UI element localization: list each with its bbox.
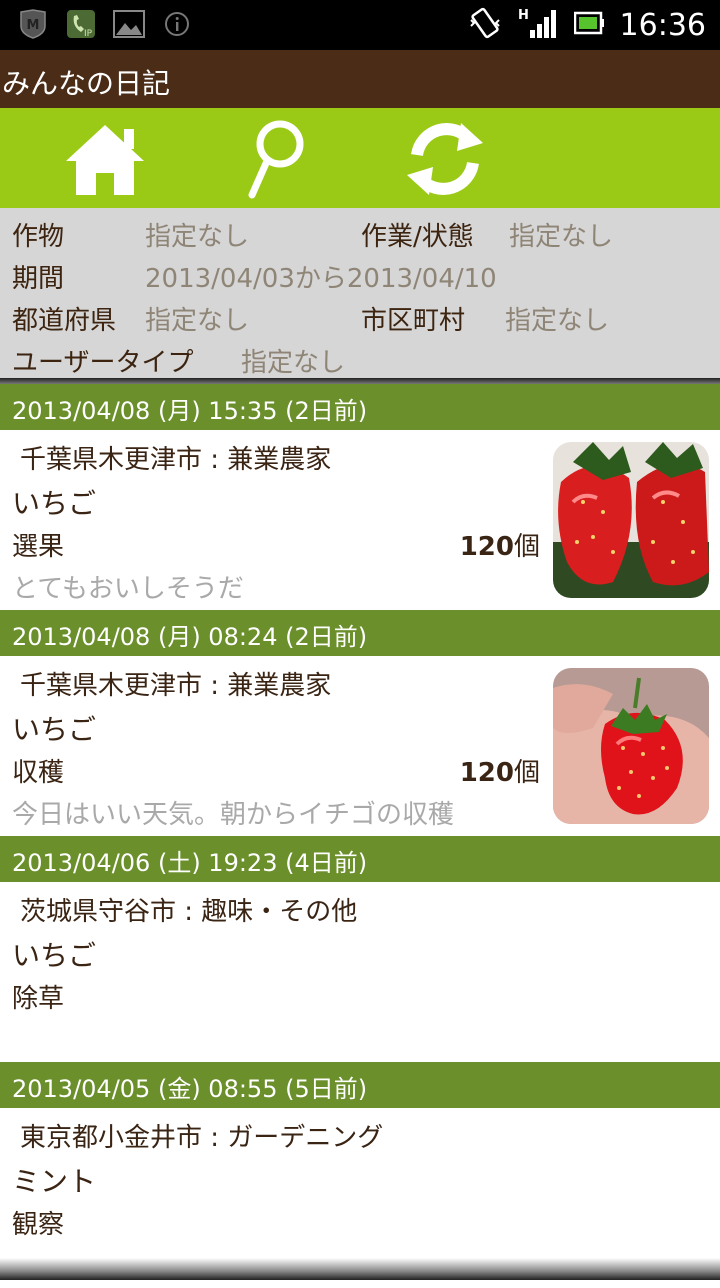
city-filter-label: 市区町村	[361, 306, 466, 336]
entry-location: 千葉県木更津市 : 兼業農家	[20, 671, 332, 701]
entry-date: 2013/04/06 (土) 19:23 (4日前)	[12, 849, 368, 877]
entry-comment: とてもおいしそうだ	[12, 574, 244, 604]
entry-date: 2013/04/08 (月) 15:35 (2日前)	[12, 397, 368, 425]
refresh-button[interactable]	[390, 114, 500, 204]
app-title: みんなの日記	[2, 67, 171, 100]
status-bar: M IP H 16:36	[0, 0, 720, 50]
work-filter-value: 指定なし	[509, 222, 614, 252]
svg-text:M: M	[27, 18, 40, 33]
search-icon	[248, 120, 304, 199]
diary-entry[interactable]: 2013/04/08 (月) 08:24 (2日前) 千葉県木更津市 : 兼業農…	[0, 610, 720, 838]
entry-date-header: 2013/04/06 (土) 19:23 (4日前)	[0, 836, 720, 882]
phone-ip-icon: IP	[64, 8, 98, 40]
entry-comment: 今日はいい天気。朝からイチゴの収穫	[12, 800, 455, 830]
toolbar	[0, 108, 720, 208]
refresh-icon	[407, 123, 483, 195]
period-filter-value: 2013/04/03から2013/04/10	[145, 264, 497, 294]
entry-work: 観察	[12, 1210, 65, 1240]
app-title-bar: みんなの日記	[0, 50, 720, 108]
home-icon	[66, 125, 144, 195]
entry-work: 選果	[12, 532, 65, 562]
entry-work: 収穫	[12, 758, 65, 788]
entry-date: 2013/04/05 (金) 08:55 (5日前)	[12, 1075, 368, 1103]
diary-entry[interactable]: 2013/04/05 (金) 08:55 (5日前) 東京都小金井市 : ガーデ…	[0, 1062, 720, 1288]
entry-date: 2013/04/08 (月) 08:24 (2日前)	[12, 623, 368, 651]
strawberry-in-hand-photo[interactable]	[553, 668, 709, 824]
svg-text:IP: IP	[84, 29, 93, 39]
clock: 16:36	[619, 7, 706, 43]
entry-date-header: 2013/04/08 (月) 08:24 (2日前)	[0, 610, 720, 656]
mcafee-shield-icon: M	[16, 8, 50, 40]
usertype-filter-value: 指定なし	[241, 348, 346, 378]
entry-location: 千葉県木更津市 : 兼業農家	[20, 445, 332, 475]
entry-date-header: 2013/04/08 (月) 15:35 (2日前)	[0, 384, 720, 430]
entry-date-header: 2013/04/05 (金) 08:55 (5日前)	[0, 1062, 720, 1108]
city-filter-value: 指定なし	[505, 306, 610, 336]
search-button[interactable]	[218, 114, 328, 204]
prefecture-filter-label: 都道府県	[12, 306, 117, 336]
work-filter-label: 作業/状態	[361, 222, 474, 252]
entry-location: 東京都小金井市 : ガーデニング	[20, 1123, 384, 1153]
entry-quantity: 120個	[459, 758, 540, 788]
vibrate-icon	[468, 6, 502, 44]
crop-filter-label: 作物	[12, 222, 65, 252]
entry-location: 茨城県守谷市 : 趣味・その他	[20, 897, 358, 927]
battery-icon	[573, 10, 604, 40]
diary-entry[interactable]: 2013/04/08 (月) 15:35 (2日前) 千葉県木更津市 : 兼業農…	[0, 384, 720, 612]
network-type-label: H	[518, 8, 529, 23]
bottom-fade	[0, 1258, 720, 1280]
home-button[interactable]	[50, 114, 160, 204]
signal-icon: H	[518, 6, 558, 44]
prefecture-filter-value: 指定なし	[145, 306, 250, 336]
filter-panel[interactable]: 作物 指定なし 作業/状態 指定なし 期間 2013/04/03から2013/0…	[0, 208, 720, 378]
strawberries-photo[interactable]	[553, 442, 709, 598]
entry-quantity: 120個	[459, 532, 540, 562]
entry-work: 除草	[12, 984, 65, 1014]
diary-entry[interactable]: 2013/04/06 (土) 19:23 (4日前) 茨城県守谷市 : 趣味・そ…	[0, 836, 720, 1064]
usertype-filter-label: ユーザータイプ	[12, 348, 194, 378]
entry-crop: いちご	[12, 487, 97, 520]
entry-crop: いちご	[12, 939, 97, 972]
info-icon	[160, 8, 194, 40]
period-filter-label: 期間	[12, 264, 65, 294]
entry-crop: ミント	[12, 1165, 97, 1198]
crop-filter-value: 指定なし	[145, 222, 250, 252]
image-icon	[112, 8, 146, 40]
entry-crop: いちご	[12, 713, 97, 746]
